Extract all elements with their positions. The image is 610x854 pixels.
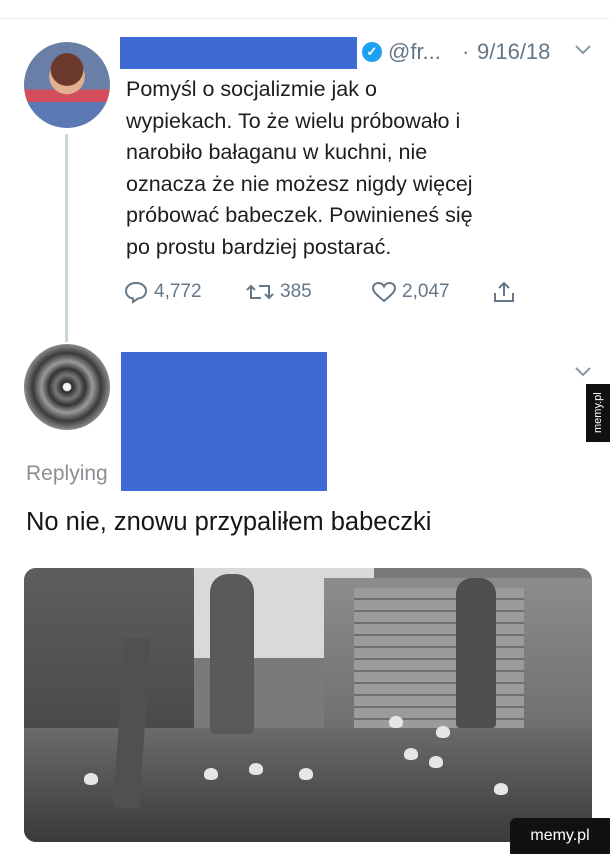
photo-wall-left — [24, 568, 194, 728]
heart-icon — [371, 281, 397, 303]
verified-badge-icon: ✓ — [362, 42, 382, 62]
photo-skull — [84, 773, 98, 785]
retweet-button[interactable]: 385 — [245, 280, 312, 304]
photo-skull — [494, 783, 508, 795]
retweet-icon — [246, 284, 274, 300]
user-handle[interactable]: @fr... — [388, 39, 441, 65]
share-icon — [494, 281, 514, 302]
like-button[interactable]: 2,047 — [371, 280, 450, 304]
photo-skull — [429, 756, 443, 768]
replying-to-label: Replying — [26, 462, 108, 485]
share-button[interactable] — [491, 280, 522, 304]
top-divider — [0, 18, 610, 19]
photo-skull — [204, 768, 218, 780]
tweet-actions: 4,772 385 2,047 — [123, 280, 543, 308]
photo-skull — [389, 716, 403, 728]
avatar[interactable] — [24, 42, 110, 128]
tweet-text: Pomyśl o socjalizmie jak o wypiekach. To… — [126, 77, 473, 259]
reply-icon — [124, 281, 148, 304]
avatar[interactable] — [24, 344, 110, 430]
like-count: 2,047 — [402, 281, 450, 302]
reply-button[interactable]: 4,772 — [123, 280, 202, 304]
redacted-reply-header — [121, 352, 327, 491]
attached-photo[interactable] — [24, 568, 592, 842]
chevron-down-icon[interactable] — [574, 362, 592, 383]
thread-connector — [65, 134, 68, 342]
photo-skull — [436, 726, 450, 738]
photo-figure-right — [456, 578, 496, 728]
side-watermark: memy.pl — [586, 384, 610, 442]
photo-skull — [404, 748, 418, 760]
photo-skull — [299, 768, 313, 780]
reply-tweet-text: No nie, znowu przypaliłem babeczki — [26, 508, 432, 536]
chevron-down-icon[interactable] — [574, 40, 592, 61]
redacted-display-name — [120, 37, 357, 69]
photo-figure-left — [210, 574, 254, 734]
photo-brick-wall — [354, 588, 524, 738]
reply-count: 4,772 — [154, 281, 202, 302]
tweet-date[interactable]: 9/16/18 — [477, 39, 550, 65]
retweet-count: 385 — [280, 281, 312, 302]
bottom-watermark: memy.pl — [510, 818, 610, 854]
separator-dot: · — [462, 39, 470, 64]
photo-skull — [249, 763, 263, 775]
